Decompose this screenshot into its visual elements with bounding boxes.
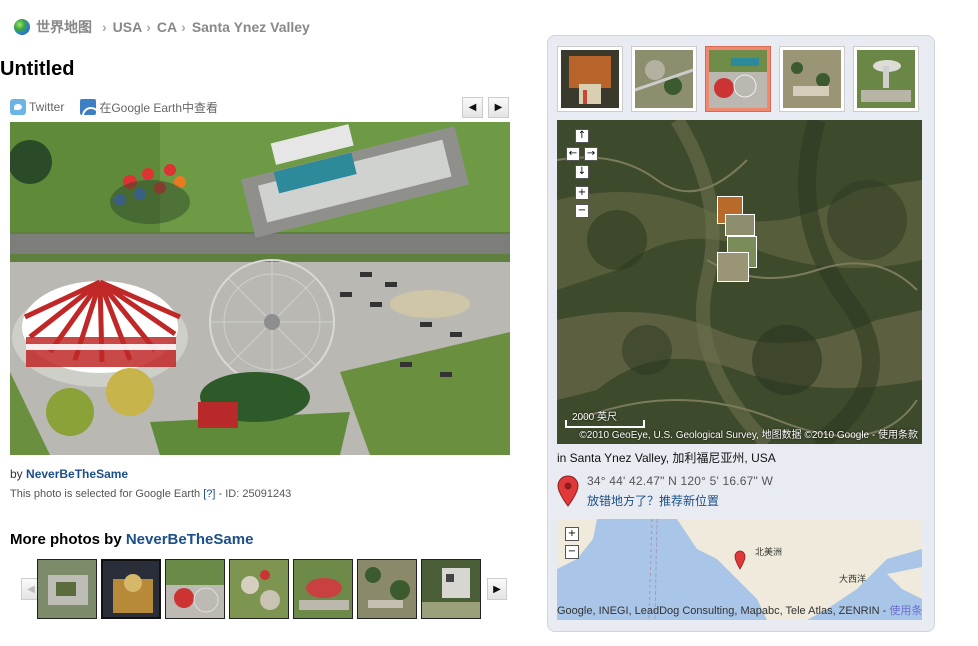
thumbnail-image	[358, 560, 416, 618]
map-pin-icon	[734, 550, 746, 570]
breadcrumb-country[interactable]: USA	[113, 19, 143, 35]
help-link[interactable]: [?]	[203, 488, 215, 500]
thumbnail-image	[561, 50, 619, 108]
zoom-out-icon[interactable]: −	[575, 204, 589, 218]
thumbnail-image	[166, 560, 224, 618]
photo-marker[interactable]	[717, 252, 749, 282]
byline-prefix: by	[10, 467, 23, 481]
map-attribution[interactable]: ©2010 GeoEye, U.S. Geological Survey, 地图…	[579, 426, 918, 441]
suggest-location-link[interactable]: 放错地方了？推荐新位置	[587, 492, 719, 509]
breadcrumb-place[interactable]: Santa Ynez Valley	[192, 19, 310, 35]
nearby-photo-thumbnail[interactable]	[631, 46, 697, 112]
thumbnail-image	[709, 50, 767, 108]
nearby-photo-thumbnail[interactable]	[853, 46, 919, 112]
chevron-right-icon: ▶	[494, 102, 503, 113]
google-earth-icon[interactable]	[80, 99, 97, 115]
page-title: Untitled	[0, 58, 75, 80]
pan-up-icon[interactable]: ↑	[575, 129, 589, 143]
breadcrumb-separator: ›	[102, 19, 107, 35]
more-photos-prefix: More photos by	[10, 531, 122, 548]
photo-thumbnail[interactable]	[421, 559, 481, 619]
overview-attribution-text: Google, INEGI, LeadDog Consulting, Mapab…	[557, 605, 890, 617]
thumbnail-image	[230, 560, 288, 618]
pan-right-icon[interactable]: →	[584, 147, 598, 161]
photo-thumbnail[interactable]	[101, 559, 161, 619]
continent-label: 北美洲	[755, 547, 783, 557]
photo-thumbnail[interactable]	[37, 559, 97, 619]
nearby-photo-thumbnail[interactable]	[557, 46, 623, 112]
thumbnail-image	[857, 50, 915, 108]
photo-thumbnail[interactable]	[293, 559, 353, 619]
chevron-right-icon: ▶	[493, 583, 501, 595]
map-pin-icon	[557, 475, 579, 507]
breadcrumb-separator: ›	[181, 19, 186, 35]
google-earth-link[interactable]: 在Google Earth中查看	[99, 99, 218, 116]
twitter-icon[interactable]	[10, 99, 26, 115]
breadcrumb-state[interactable]: CA	[157, 19, 177, 35]
photo-byline: by NeverBeTheSame	[10, 467, 128, 481]
overview-map[interactable]: + − 北美洲 大西洋 Google, INEGI, LeadDog Consu…	[557, 519, 922, 620]
thumbnail-image	[635, 50, 693, 108]
author-link[interactable]: NeverBeTheSame	[26, 467, 128, 481]
globe-icon	[14, 19, 30, 35]
note-text: This photo is selected for Google Earth	[10, 488, 201, 500]
chevron-left-icon: ◀	[27, 583, 35, 595]
amusement-park-aerial-image	[10, 122, 510, 455]
photo-thumbnail[interactable]	[165, 559, 225, 619]
thumbnail-image	[103, 561, 159, 617]
breadcrumb-separator: ›	[146, 19, 151, 35]
satellite-map[interactable]: ↑ ← → ↓ + − 2000 英尺 ©2010 GeoEye, U.S. G…	[557, 120, 922, 444]
photo-id: - ID: 25091243	[218, 488, 292, 500]
zoom-in-icon[interactable]: +	[575, 186, 589, 200]
pan-down-icon[interactable]: ↓	[575, 165, 589, 179]
more-photos-heading: More photos by NeverBeTheSame	[10, 531, 253, 548]
location-text: in Santa Ynez Valley, 加利福尼亚州, USA	[557, 451, 776, 465]
satellite-imagery	[557, 120, 922, 444]
thumbnail-image	[294, 560, 352, 618]
coordinates-readout: 34° 44' 42.47" N 120° 5' 16.67" W	[587, 474, 774, 488]
nearby-photo-thumbnail-selected[interactable]	[705, 46, 771, 112]
strip-next-button[interactable]: ▶	[487, 578, 507, 600]
chevron-left-icon: ◀	[468, 102, 477, 113]
thumbnail-image	[422, 560, 480, 618]
ocean-label: 大西洋	[839, 574, 867, 584]
thumbnail-image	[783, 50, 841, 108]
photo-thumbnail[interactable]	[357, 559, 417, 619]
more-photos-author-link[interactable]: NeverBeTheSame	[126, 531, 254, 548]
google-earth-note: This photo is selected for Google Earth …	[10, 488, 291, 500]
prev-photo-button[interactable]: ◀	[462, 97, 483, 118]
terms-link[interactable]: 使用条款	[889, 605, 922, 617]
thumbnail-image	[38, 560, 96, 618]
overview-attribution: Google, INEGI, LeadDog Consulting, Mapab…	[557, 602, 922, 618]
photo-thumbnail[interactable]	[229, 559, 289, 619]
next-photo-button[interactable]: ▶	[488, 97, 509, 118]
breadcrumb-site[interactable]: 世界地图	[36, 17, 92, 37]
zoom-out-icon[interactable]: −	[565, 545, 579, 559]
twitter-link[interactable]: Twitter	[29, 100, 64, 114]
main-photo[interactable]	[10, 122, 510, 455]
breadcrumb: 世界地图 › USA › CA › Santa Ynez Valley	[14, 16, 310, 38]
photo-marker[interactable]	[725, 214, 755, 236]
nearby-photo-thumbnail[interactable]	[779, 46, 845, 112]
pan-left-icon[interactable]: ←	[566, 147, 580, 161]
zoom-in-icon[interactable]: +	[565, 527, 579, 541]
share-row: Twitter 在Google Earth中查看	[10, 97, 218, 117]
